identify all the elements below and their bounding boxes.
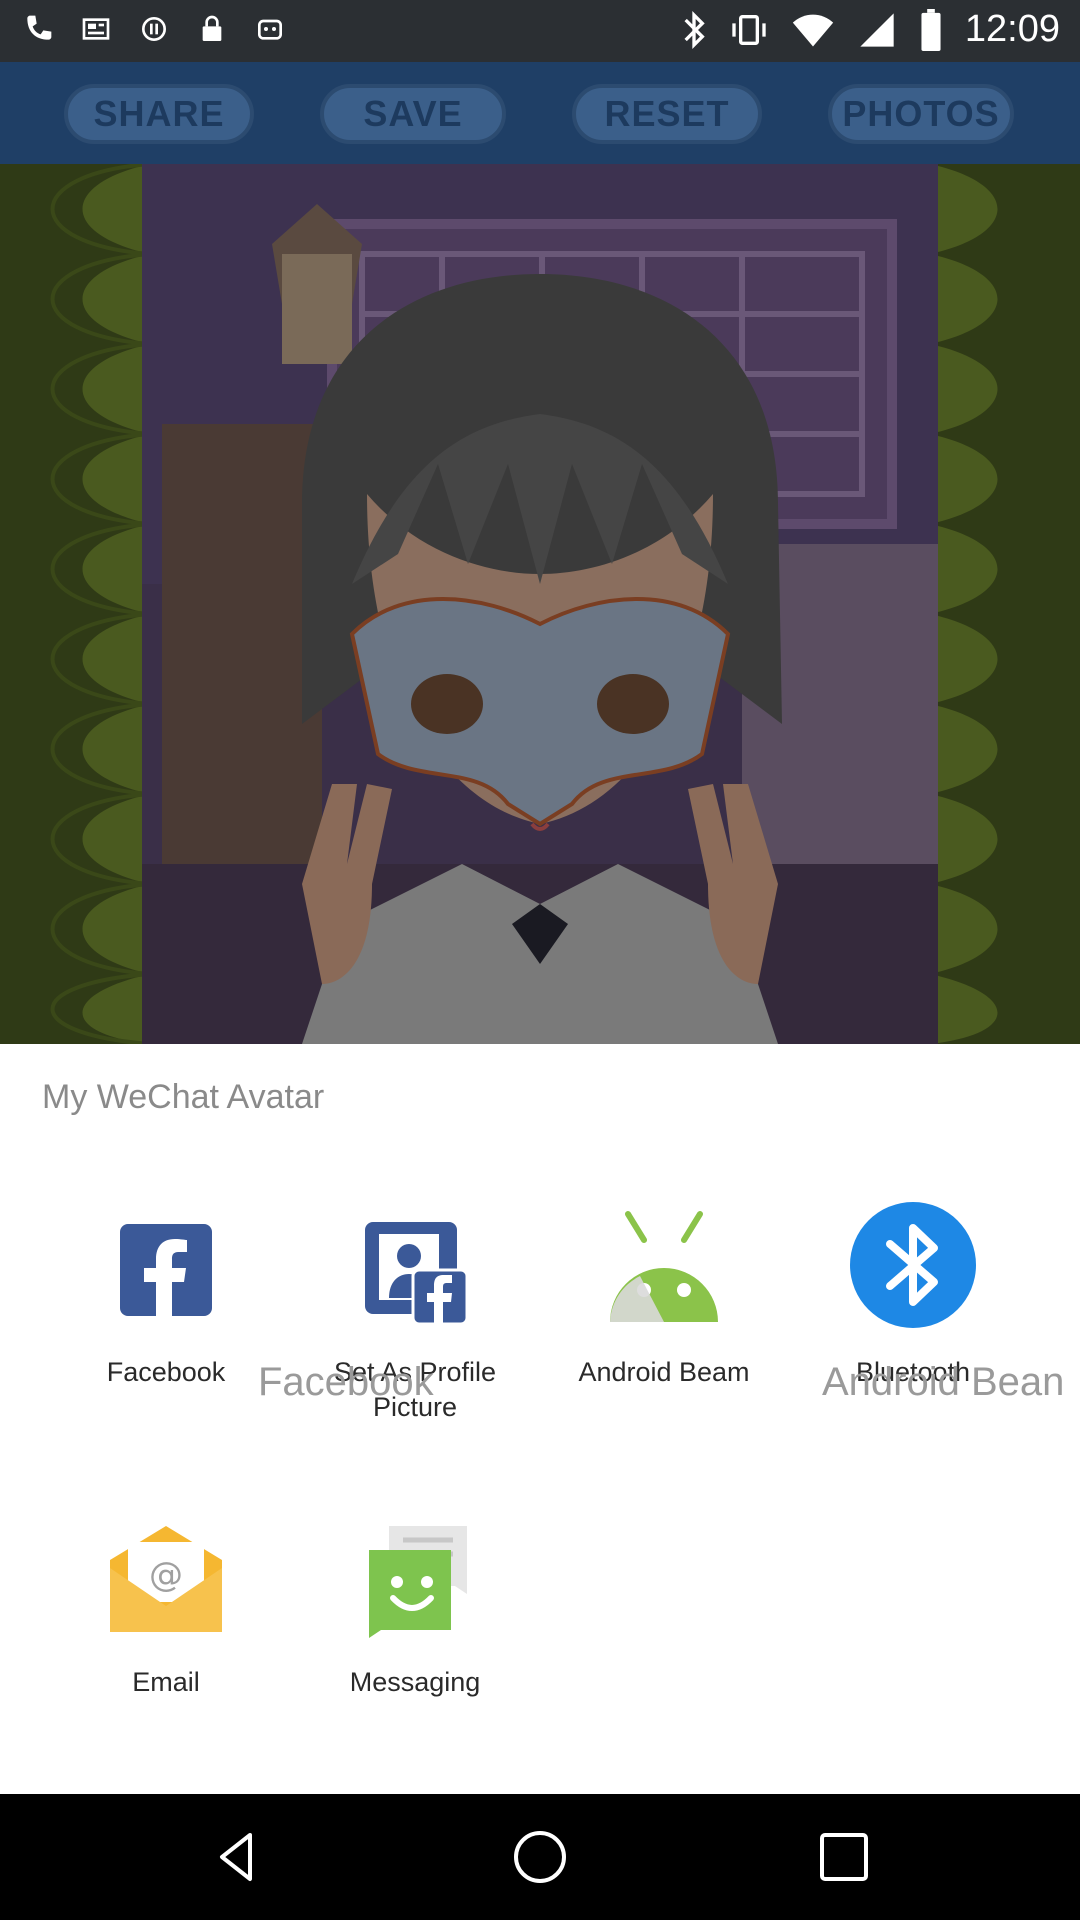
share-sheet: My WeChat Avatar Facebook Set As Profile… — [0, 1044, 1080, 1794]
signal-icon — [860, 12, 894, 47]
android-beam-icon — [610, 1211, 718, 1322]
ghost-label-facebook: Facebook — [258, 1360, 434, 1404]
news-icon — [82, 18, 110, 40]
share-sheet-title: My WeChat Avatar — [42, 1078, 325, 1116]
app-label-facebook: Facebook — [106, 1357, 226, 1387]
phone-icon — [27, 15, 52, 40]
app-toolbar: SHARE SAVE RESET PHOTOS — [0, 62, 1080, 164]
avatar-image — [142, 164, 938, 1044]
wifi-icon — [792, 14, 834, 46]
recents-icon[interactable] — [814, 1827, 874, 1887]
share-target-messaging[interactable]: Messaging — [305, 1520, 525, 1700]
app-label-messaging: Messaging — [349, 1667, 481, 1697]
app-label-email: Email — [132, 1667, 200, 1697]
ghost-label-android-beam: Android Bean — [822, 1360, 1065, 1404]
clock: 12:09 — [964, 8, 1060, 50]
battery-icon — [921, 8, 941, 51]
facebook-profile-icon — [365, 1222, 469, 1326]
svg-text:@: @ — [149, 1555, 183, 1595]
save-button[interactable]: SAVE — [320, 84, 506, 144]
share-button[interactable]: SHARE — [64, 84, 254, 144]
facebook-icon — [120, 1224, 212, 1316]
share-target-android-beam[interactable]: Android Beam — [554, 1210, 774, 1390]
email-icon: @ — [110, 1526, 222, 1632]
home-icon[interactable] — [510, 1827, 570, 1887]
avatar-illustration — [142, 164, 938, 1044]
share-target-email[interactable]: @ Email — [56, 1520, 276, 1700]
lock-icon — [202, 15, 222, 41]
bluetooth-icon — [684, 10, 705, 49]
sync-icon — [142, 17, 166, 41]
right-scallop-border — [930, 164, 1080, 1044]
bluetooth-icon — [850, 1202, 976, 1328]
avatar-canvas — [0, 164, 1080, 1044]
left-scallop-border — [0, 164, 150, 1044]
vibrate-icon — [732, 14, 766, 45]
navigation-bar — [0, 1794, 1080, 1920]
photos-button[interactable]: PHOTOS — [828, 84, 1014, 144]
share-target-facebook[interactable]: Facebook — [56, 1210, 276, 1390]
back-icon[interactable] — [208, 1827, 268, 1887]
reset-button[interactable]: RESET — [572, 84, 762, 144]
status-bar: 12:09 — [0, 0, 1080, 62]
android-icon — [258, 19, 282, 40]
app-label-android-beam: Android Beam — [578, 1357, 750, 1387]
messaging-icon — [369, 1526, 467, 1638]
